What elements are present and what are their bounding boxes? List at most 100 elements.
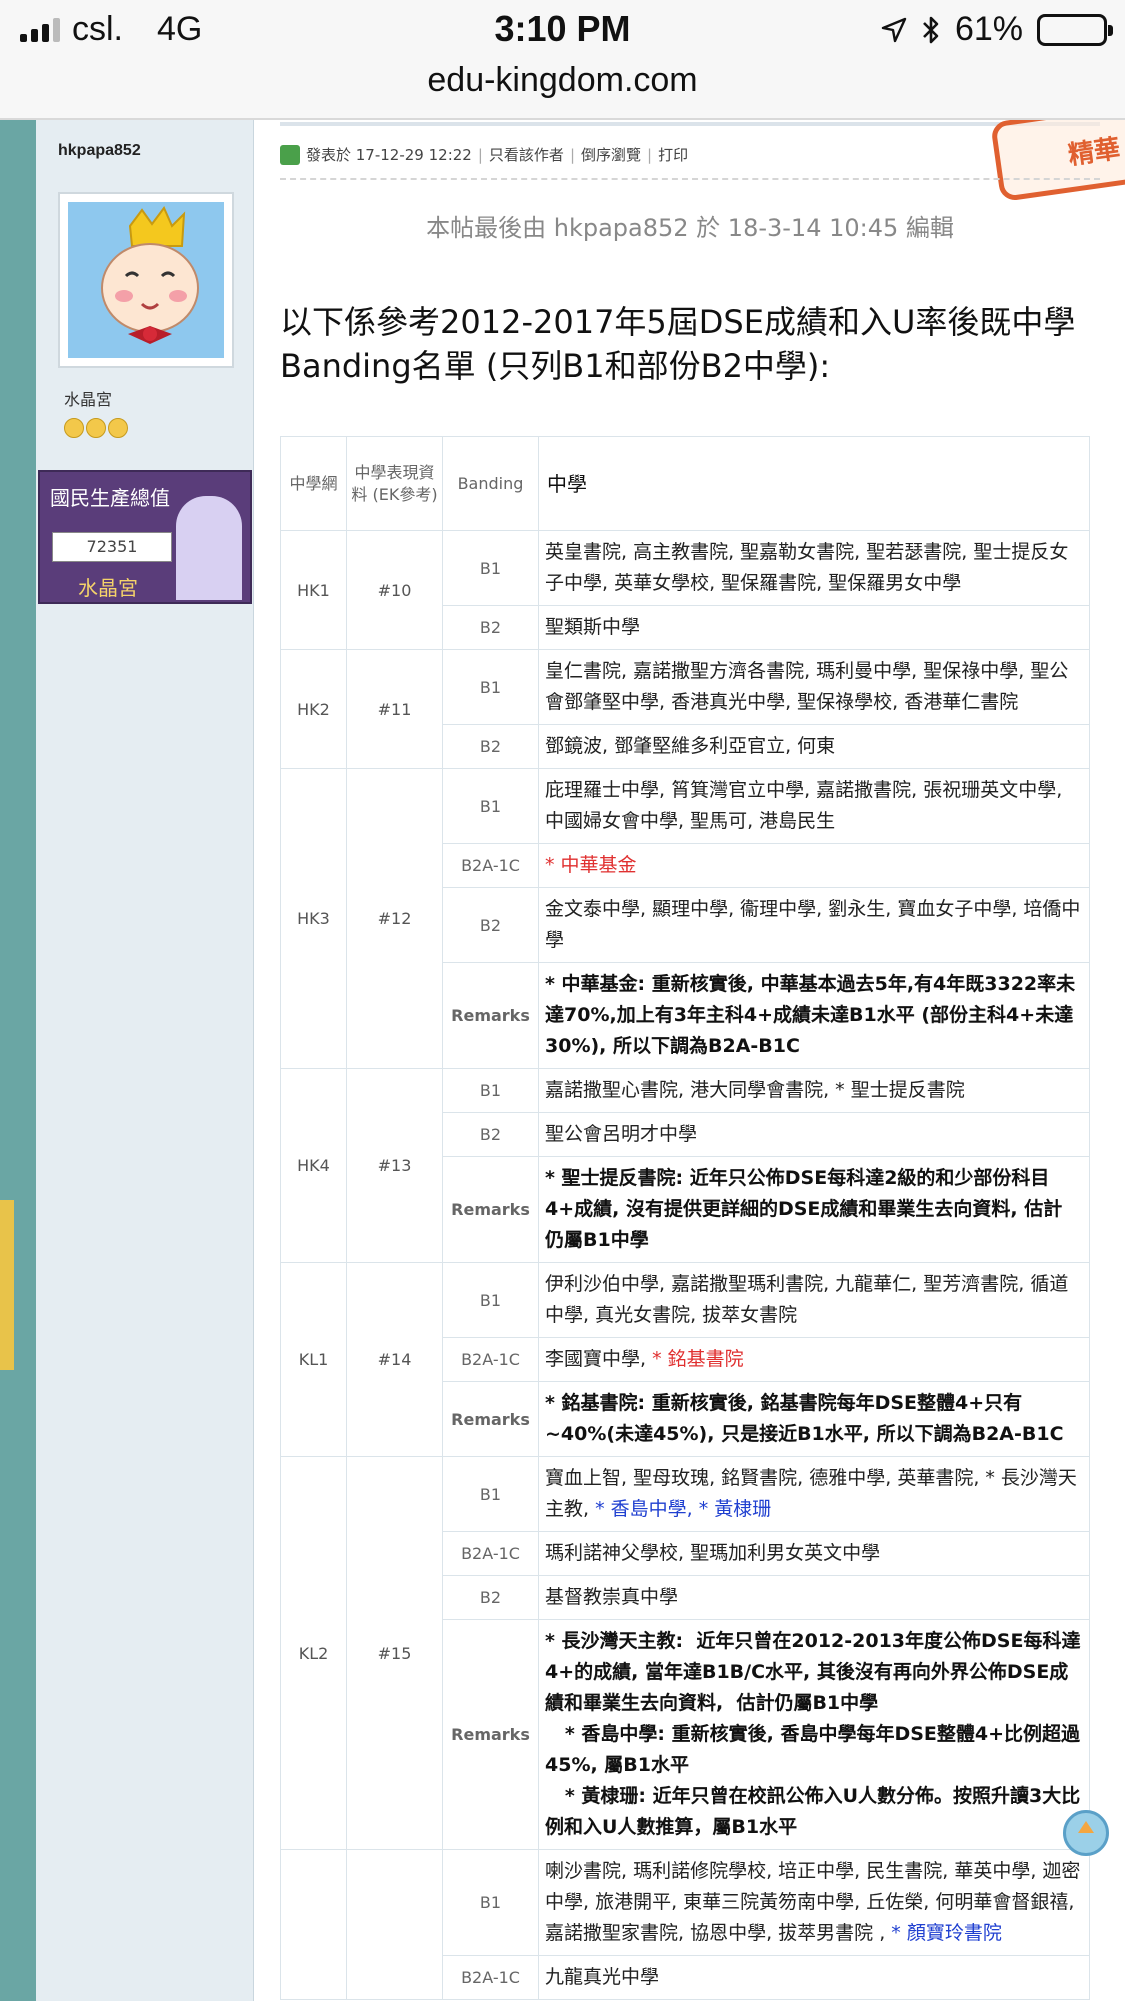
table-row: KL1 #14 B1 伊利沙伯中學, 嘉諾撒聖瑪利書院, 九龍華仁, 聖芳濟書院, 循… xyxy=(280,1262,1090,1457)
side-strip xyxy=(0,120,36,2001)
cell-text: * 中華基金: 重新核實後, 中華基本過去5年,有4年既3322率未達70%,加… xyxy=(545,973,1076,1057)
author-panel: hkpapa852 水晶宮 國民生產總值 72351 水晶宮 xyxy=(36,120,254,2001)
schools-cell: 九龍真光中學 xyxy=(538,1955,1090,2000)
banding-cell: B1 xyxy=(442,768,539,844)
banding-cell: Remarks xyxy=(442,962,539,1069)
rank-cell: #12 xyxy=(346,768,443,1069)
banding-cell: B1 xyxy=(442,1068,539,1113)
schools-cell: 喇沙書院, 瑪利諾修院學校, 培正中學, 民生書院, 華英中學, 迦密中學, 旅… xyxy=(538,1849,1090,1956)
cell-text: * 香島中學, * 黃棣珊 xyxy=(595,1498,772,1520)
banding-cell: B2A-1C xyxy=(442,1531,539,1576)
rank-cell: #10 xyxy=(346,530,443,650)
schools-cell: 基督教崇真中學 xyxy=(538,1575,1090,1620)
castle-icon xyxy=(176,496,242,600)
table-row: B1 喇沙書院, 瑪利諾修院學校, 培正中學, 民生書院, 華英中學, 迦密中學,… xyxy=(280,1849,1090,2000)
table-header: 中學網 中學表現資料 (EK參考) Banding 中學 xyxy=(280,436,1090,531)
banding-cell: B2 xyxy=(442,887,539,963)
cell-text: * 中華基金 xyxy=(545,854,637,876)
cell-text: 嘉諾撒聖心書院, 港大同學會書院, * 聖士提反書院 xyxy=(545,1079,965,1101)
cell-text: * 銘基書院: 重新核實後, 銘基書院每年DSE整體4+只有~40%(未達45%… xyxy=(545,1392,1064,1445)
cell-text: 庇理羅士中學, 筲箕灣官立中學, 嘉諾撒書院, 張祝珊英文中學, 中國婦女會中學… xyxy=(545,779,1063,832)
rank-icons xyxy=(64,418,128,438)
banding-cell: B2 xyxy=(442,605,539,650)
cell-text: 金文泰中學, 顯理中學, 衞理中學, 劉永生, 寶血女子中學, 培僑中學 xyxy=(545,898,1081,951)
schools-cell: 鄧鏡波, 鄧肇堅維多利亞官立, 何東 xyxy=(538,724,1090,769)
cell-text: 瑪利諾神父學校, 聖瑪加利男女英文中學 xyxy=(545,1542,881,1564)
gdp-value: 72351 xyxy=(52,532,172,562)
battery-percent: 61% xyxy=(954,10,1023,48)
gdp-label: 國民生產總值 xyxy=(50,486,170,510)
table-row: HK1 #10 B1 英皇書院, 高主教書院, 聖嘉勒女書院, 聖若瑟書院, 聖士提反… xyxy=(280,530,1090,650)
banding-cell: Remarks xyxy=(442,1381,539,1457)
banding-cell: B1 xyxy=(442,1849,539,1956)
banding-cell: B2 xyxy=(442,724,539,769)
banding-cell: B1 xyxy=(442,530,539,606)
schools-cell: * 中華基金 xyxy=(538,843,1090,888)
rank-cell: #11 xyxy=(346,649,443,769)
remarks-line: * 黃棣珊: 近年只曾在校訊公佈入U人數分佈。按照升讀3大比例和入U人數推算，屬… xyxy=(545,1785,1081,1838)
cell-text: 聖公會呂明才中學 xyxy=(545,1123,698,1145)
cell-text: 鄧鏡波, 鄧肇堅維多利亞官立, 何東 xyxy=(545,735,836,757)
banding-cell: Remarks xyxy=(442,1156,539,1263)
table-row: HK4 #13 B1 嘉諾撒聖心書院, 港大同學會書院, * 聖士提反書院 xyxy=(280,1068,1090,1263)
remarks-line: * 香島中學: 重新核實後, 香島中學每年DSE整體4+比例超過45%, 屬B1… xyxy=(545,1723,1081,1776)
cell-text: 皇仁書院, 嘉諾撒聖方濟各書院, 瑪利曼中學, 聖保祿中學, 聖公會鄧肇堅中學,… xyxy=(545,660,1069,713)
rank-cell: #15 xyxy=(346,1456,443,1850)
baby-avatar-icon xyxy=(68,202,224,358)
schools-cell: 瑪利諾神父學校, 聖瑪加利男女英文中學 xyxy=(538,1531,1090,1576)
edit-note: 本帖最後由 hkpapa852 於 18-3-14 10:45 編輯 xyxy=(426,214,954,242)
banding-cell: B2A-1C xyxy=(442,1955,539,2000)
school-net-cell: HK1 xyxy=(280,530,347,650)
only-author-link[interactable]: 只看該作者 xyxy=(489,144,564,165)
author-username[interactable]: hkpapa852 xyxy=(58,142,141,160)
table-row: HK2 #11 B1 皇仁書院, 嘉諾撒聖方濟各書院, 瑪利曼中學, 聖保祿中學, 聖… xyxy=(280,649,1090,769)
reverse-order-link[interactable]: 倒序瀏覽 xyxy=(581,144,641,165)
post-heading: 以下係參考2012-2017年5屆DSE成績和入U率後既中學Banding名單 … xyxy=(280,303,1076,385)
divider xyxy=(280,178,1100,180)
battery-icon xyxy=(1037,13,1113,46)
table-row: KL2 #15 B1 寶血上智, 聖母玫瑰, 銘賢書院, 德雅中學, 英華書院, * … xyxy=(280,1456,1090,1850)
banding-table: 中學網 中學表現資料 (EK參考) Banding 中學 HK1 #10 B1 英皇書… xyxy=(280,436,1090,2000)
remarks-cell: * 銘基書院: 重新核實後, 銘基書院每年DSE整體4+只有~40%(未達45%… xyxy=(538,1381,1090,1457)
divider xyxy=(280,122,1100,126)
banding-cell: B2A-1C xyxy=(442,843,539,888)
banding-cell: B2A-1C xyxy=(442,1337,539,1382)
smiley-icon xyxy=(64,418,84,438)
banding-cell: B2 xyxy=(442,1112,539,1157)
side-strip-tab xyxy=(0,1200,14,1370)
schools-cell: 寶血上智, 聖母玫瑰, 銘賢書院, 德雅中學, 英華書院, * 長沙灣天主教, … xyxy=(538,1456,1090,1532)
table-row: HK3 #12 B1 庇理羅士中學, 筲箕灣官立中學, 嘉諾撒書院, 張祝珊英文中學,… xyxy=(280,768,1090,1069)
post-icon xyxy=(280,144,300,165)
school-net-cell: KL2 xyxy=(280,1456,347,1850)
school-net-cell: HK2 xyxy=(280,649,347,769)
cell-text: * 銘基書院 xyxy=(652,1348,744,1370)
school-net-cell: KL1 xyxy=(280,1262,347,1457)
cell-text: 伊利沙伯中學, 嘉諾撒聖瑪利書院, 九龍華仁, 聖芳濟書院, 循道中學, 真光女… xyxy=(545,1273,1069,1326)
address-bar[interactable]: edu-kingdom.com xyxy=(0,60,1125,118)
school-net-cell: HK4 xyxy=(280,1068,347,1263)
gdp-sub: 水晶宮 xyxy=(78,576,138,600)
rank-cell: #14 xyxy=(346,1262,443,1457)
schools-cell: 嘉諾撒聖心書院, 港大同學會書院, * 聖士提反書院 xyxy=(538,1068,1090,1113)
rank-cell: #13 xyxy=(346,1068,443,1263)
cell-text: 英皇書院, 高主教書院, 聖嘉勒女書院, 聖若瑟書院, 聖士提反女子中學, 英華… xyxy=(545,541,1069,594)
cell-text: 聖類斯中學 xyxy=(545,616,641,638)
schools-cell: 英皇書院, 高主教書院, 聖嘉勒女書院, 聖若瑟書院, 聖士提反女子中學, 英華… xyxy=(538,530,1090,606)
bluetooth-icon xyxy=(923,16,939,43)
print-link[interactable]: 打印 xyxy=(658,144,688,165)
cell-text: 李國寶中學, xyxy=(545,1348,653,1370)
post-date: 發表於 17-12-29 12:22 xyxy=(306,146,472,164)
remarks-cell: * 長沙灣天主教: 近年只曾在2012-2013年度公佈DSE每科達4+的成績,… xyxy=(538,1619,1090,1850)
back-to-top-button[interactable] xyxy=(1063,1810,1109,1856)
user-group: 水晶宮 xyxy=(64,390,113,409)
column-header: 中學 xyxy=(538,436,1090,531)
column-header: 中學表現資料 (EK參考) xyxy=(346,436,443,531)
remarks-cell: * 中華基金: 重新核實後, 中華基本過去5年,有4年既3322率未達70%,加… xyxy=(538,962,1090,1069)
banding-cell: Remarks xyxy=(442,1619,539,1850)
avatar[interactable] xyxy=(58,192,234,368)
cell-text: * 聖士提反書院: 近年只公佈DSE每科達2級的和少部份科目4+成績, 沒有提供… xyxy=(545,1167,1063,1251)
schools-cell: 聖類斯中學 xyxy=(538,605,1090,650)
column-header: 中學網 xyxy=(280,436,347,531)
url-text[interactable]: edu-kingdom.com xyxy=(427,61,697,99)
school-net-cell: HK3 xyxy=(280,768,347,1069)
